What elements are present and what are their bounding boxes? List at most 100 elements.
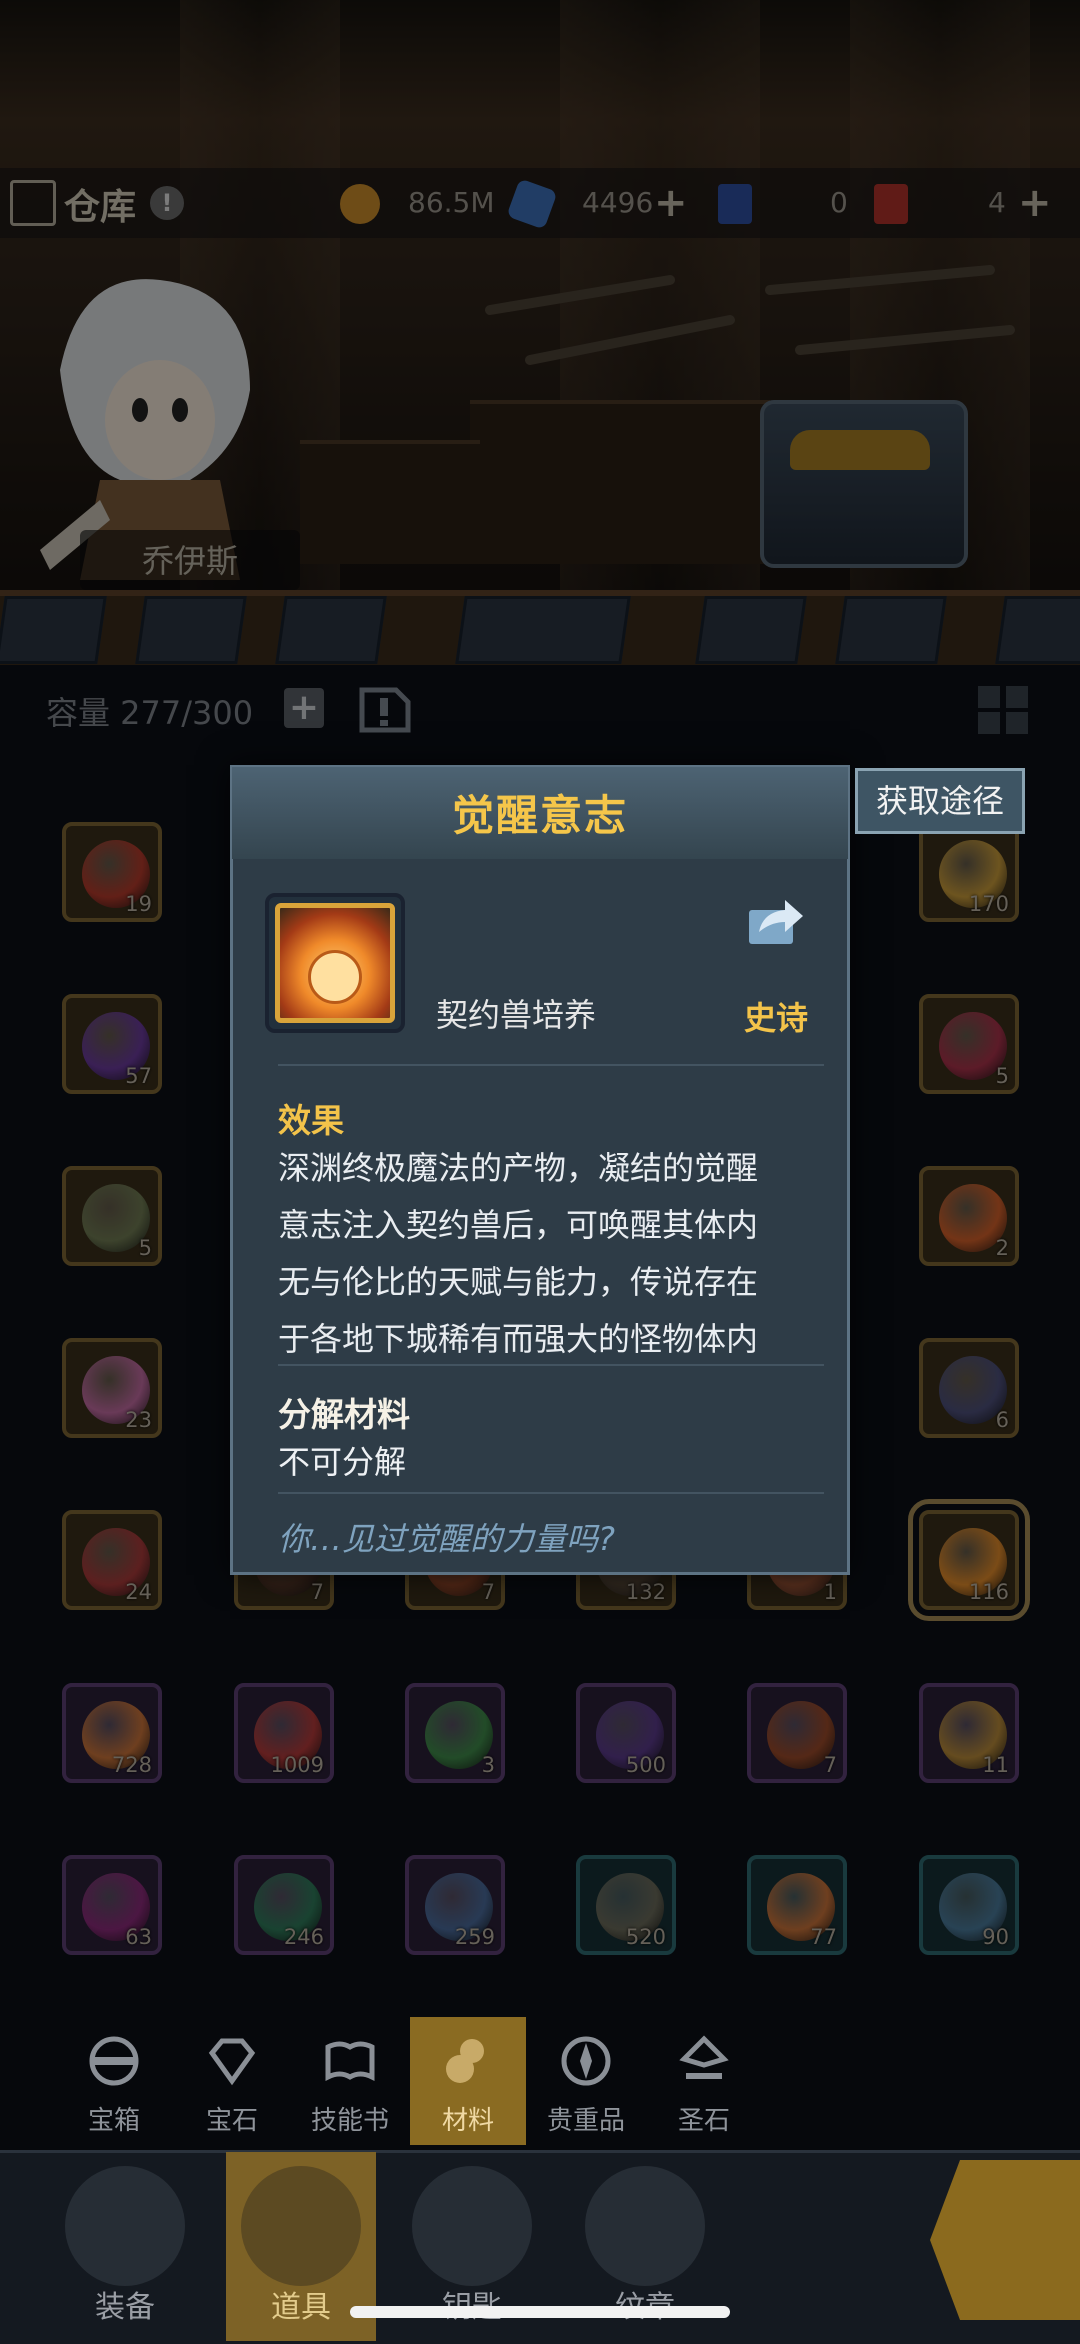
acquisition-source-button[interactable]: 获取途径 <box>855 768 1025 834</box>
grid-view-icon[interactable] <box>976 684 1030 736</box>
blue-ticket-value: 0 <box>830 186 848 219</box>
inventory-slot[interactable]: 170 <box>919 822 1019 922</box>
item-bag-icon <box>241 2166 361 2286</box>
item-count: 728 <box>111 1753 152 1777</box>
subtab-label: 宝石 <box>205 2106 258 2136</box>
inventory-slot[interactable]: 23 <box>62 1338 162 1438</box>
item-count: 90 <box>982 1925 1009 1949</box>
inventory-slot[interactable]: 19 <box>62 822 162 922</box>
item-count: 24 <box>125 1580 152 1604</box>
valuable-icon <box>561 2036 611 2086</box>
item-count: 23 <box>125 1408 152 1432</box>
decompose-text: 不可分解 <box>278 1443 407 1481</box>
holy-stone-icon <box>679 2035 729 2079</box>
blue-ticket-icon <box>718 184 752 224</box>
inventory-slot[interactable]: 5 <box>919 994 1019 1094</box>
gold-coin-icon <box>340 184 380 224</box>
inventory-slot[interactable]: 728 <box>62 1683 162 1783</box>
home-indicator <box>350 2306 730 2318</box>
inventory-slot[interactable]: 77 <box>747 1855 847 1955</box>
warehouse-icon <box>10 180 56 226</box>
inventory-slot[interactable]: 24 <box>62 1510 162 1610</box>
subtab-chest[interactable]: 宝箱 <box>56 2017 172 2145</box>
item-count: 1009 <box>270 1753 324 1777</box>
red-ticket-value: 4 <box>988 186 1006 219</box>
item-count: 77 <box>810 1925 837 1949</box>
equipment-icon <box>65 2166 185 2286</box>
subtab-label: 技能书 <box>310 2106 389 2136</box>
flame-face-icon <box>308 950 362 1004</box>
item-count: 246 <box>283 1925 324 1949</box>
subtab-label: 材料 <box>441 2106 494 2136</box>
item-count: 5 <box>995 1064 1009 1088</box>
item-count: 63 <box>125 1925 152 1949</box>
inventory-slot[interactable]: 90 <box>919 1855 1019 1955</box>
subtab-holy-stone[interactable]: 圣石 <box>646 2017 762 2145</box>
item-count: 500 <box>625 1753 666 1777</box>
divider <box>278 1364 824 1366</box>
info-icon[interactable]: ! <box>150 186 184 220</box>
decompose-heading: 分解材料 <box>278 1395 410 1434</box>
inventory-slot[interactable]: 11 <box>919 1683 1019 1783</box>
inventory-slot[interactable]: 500 <box>576 1683 676 1783</box>
add-crystal-button[interactable]: + <box>654 180 688 226</box>
expand-capacity-button[interactable]: + <box>284 688 324 728</box>
page-title: 仓库 <box>64 187 137 228</box>
crystal-value: 4496 <box>582 186 654 219</box>
effect-line: 于各地下城稀有而强大的怪物体内 <box>278 1320 759 1358</box>
item-count: 6 <box>995 1408 1009 1432</box>
inventory-slot[interactable]: 57 <box>62 994 162 1094</box>
subtab-label: 宝箱 <box>87 2106 140 2136</box>
inventory-slot[interactable]: 246 <box>234 1855 334 1955</box>
popup-title: 觉醒意志 <box>451 791 628 840</box>
subtab-valuable[interactable]: 贵重品 <box>528 2017 644 2145</box>
inventory-slot[interactable]: 63 <box>62 1855 162 1955</box>
item-count: 116 <box>968 1580 1009 1604</box>
effect-line: 意志注入契约兽后，可唤醒其体内 <box>278 1206 759 1244</box>
subtab-material[interactable]: 材料 <box>410 2017 526 2145</box>
inventory-slot[interactable]: 116 <box>908 1499 1030 1621</box>
flavor-text: 你…见过觉醒的力量吗? <box>278 1520 615 1558</box>
inventory-slot[interactable]: 5 <box>62 1166 162 1266</box>
key-icon <box>412 2166 532 2286</box>
item-count: 170 <box>968 892 1009 916</box>
divider <box>278 1064 824 1066</box>
inventory-slot[interactable]: 2 <box>919 1166 1019 1266</box>
add-red-ticket-button[interactable]: + <box>1018 180 1052 226</box>
item-count: 7 <box>481 1580 495 1604</box>
divider <box>278 1492 824 1494</box>
item-count: 11 <box>982 1753 1009 1777</box>
effect-line: 深渊终极魔法的产物，凝结的觉醒 <box>278 1149 759 1187</box>
item-count: 7 <box>823 1753 837 1777</box>
effect-description: 深渊终极魔法的产物，凝结的觉醒 意志注入契约兽后，可唤醒其体内 无与伦比的天赋与… <box>278 1140 818 1368</box>
inventory-slot[interactable]: 1009 <box>234 1683 334 1783</box>
item-count: 5 <box>138 1236 152 1260</box>
subtab-skill-book[interactable]: 技能书 <box>292 2017 408 2145</box>
enter-arrow-button[interactable] <box>930 2160 1080 2320</box>
effect-heading: 效果 <box>278 1101 344 1140</box>
treasure-chest-icon <box>760 400 968 568</box>
hero-name: 乔伊斯 <box>141 542 238 580</box>
inventory-slot[interactable]: 3 <box>405 1683 505 1783</box>
tab-equipment[interactable]: 装备 <box>50 2152 200 2341</box>
tab-label: 装备 <box>95 2290 155 2325</box>
sort-icon[interactable] <box>356 680 414 736</box>
inventory-slot[interactable]: 520 <box>576 1855 676 1955</box>
inventory-slot[interactable]: 7 <box>747 1683 847 1783</box>
subtab-gem[interactable]: 宝石 <box>174 2017 290 2145</box>
item-count: 3 <box>481 1753 495 1777</box>
inventory-slot[interactable]: 6 <box>919 1338 1019 1438</box>
emblem-icon <box>585 2166 705 2286</box>
item-count: 2 <box>995 1236 1009 1260</box>
gem-icon <box>208 2038 256 2086</box>
item-category: 契约兽培养 <box>436 996 597 1034</box>
item-count: 57 <box>125 1064 152 1088</box>
share-icon[interactable] <box>745 892 805 948</box>
weapon-rack-icon <box>485 265 1015 365</box>
effect-line: 无与伦比的天赋与能力，传说存在 <box>278 1263 759 1301</box>
gold-pile-icon <box>790 430 930 470</box>
inventory-slot[interactable]: 259 <box>405 1855 505 1955</box>
gold-value: 86.5M <box>408 186 495 219</box>
tab-label: 道具 <box>271 2290 331 2325</box>
capacity-label: 容量 277/300 <box>46 694 254 732</box>
